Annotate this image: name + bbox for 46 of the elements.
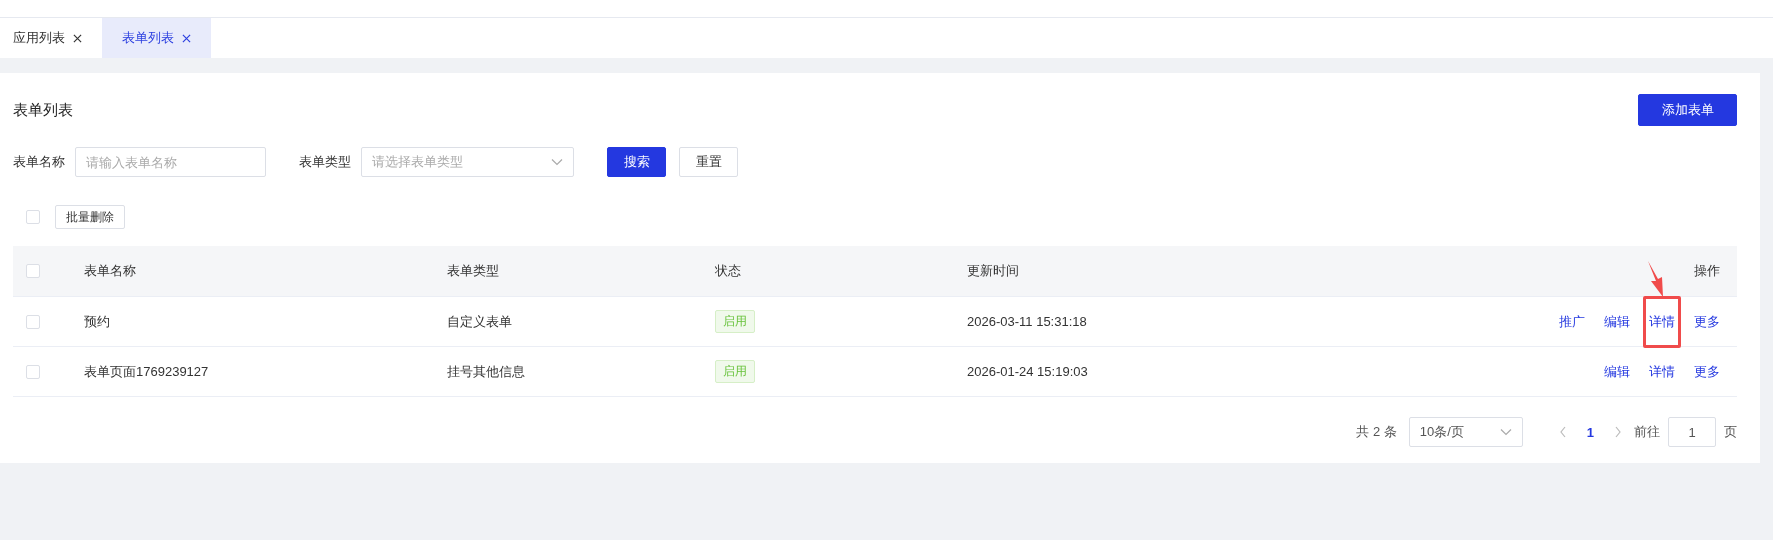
filter-label: 表单类型 — [299, 153, 351, 171]
close-icon[interactable] — [182, 33, 191, 43]
reset-button[interactable]: 重置 — [679, 147, 738, 177]
table-cell: 挂号其他信息 — [447, 362, 525, 381]
column-header: 表单名称 — [84, 262, 136, 280]
tab[interactable]: 表单列表 — [102, 18, 211, 58]
row-checkbox[interactable] — [26, 364, 40, 379]
tab[interactable]: 应用列表 — [0, 18, 102, 58]
column-header: 状态 — [715, 262, 741, 280]
status-tag: 启用 — [715, 360, 755, 383]
page-title: 表单列表 — [13, 100, 73, 120]
column-header: 表单类型 — [447, 262, 499, 280]
chevron-down-icon — [551, 158, 563, 166]
table-cell: 2026-03-11 15:31:18 — [967, 314, 1087, 329]
status-tag: 启用 — [715, 310, 755, 333]
action-link[interactable]: 详情 — [1643, 295, 1681, 348]
close-icon[interactable] — [73, 33, 82, 43]
page-suffix: 页 — [1724, 423, 1737, 441]
batch-delete-button[interactable]: 批量删除 — [55, 205, 125, 229]
action-link[interactable]: 详情 — [1643, 345, 1681, 398]
action-link[interactable]: 推广 — [1553, 295, 1591, 348]
action-link[interactable]: 编辑 — [1598, 345, 1636, 398]
table-cell: 自定义表单 — [447, 312, 512, 331]
row-checkbox[interactable] — [26, 314, 40, 329]
column-header: 更新时间 — [967, 262, 1019, 280]
checkbox[interactable] — [26, 210, 40, 224]
select-all-checkbox[interactable] — [26, 264, 40, 278]
table-cell: 预约 — [84, 312, 110, 331]
add-form-button[interactable]: 添加表单 — [1638, 94, 1737, 126]
column-header: 操作 — [1694, 262, 1720, 280]
next-page-icon[interactable] — [1614, 426, 1622, 438]
chevron-down-icon — [1499, 428, 1512, 436]
filter-label: 表单名称 — [13, 153, 65, 171]
previous-page-icon[interactable] — [1558, 426, 1567, 438]
total-count: 共 2 条 — [1356, 423, 1397, 441]
search-button[interactable]: 搜索 — [607, 147, 666, 177]
table-cell: 表单页面1769239127 — [84, 362, 209, 381]
page-input-field[interactable]: 1 — [1668, 417, 1716, 447]
action-link[interactable]: 编辑 — [1598, 295, 1636, 348]
action-link[interactable]: 更多 — [1688, 345, 1726, 398]
name-input-field[interactable]: 请输入表单名称 — [75, 147, 266, 177]
page-size-select[interactable]: 10条/页 — [1408, 417, 1523, 447]
goto-label: 前往 — [1634, 423, 1660, 441]
table-cell: 2026-01-24 15:19:03 — [967, 364, 1088, 379]
page-number[interactable]: 1 — [1578, 424, 1602, 440]
action-link[interactable]: 更多 — [1688, 295, 1726, 348]
